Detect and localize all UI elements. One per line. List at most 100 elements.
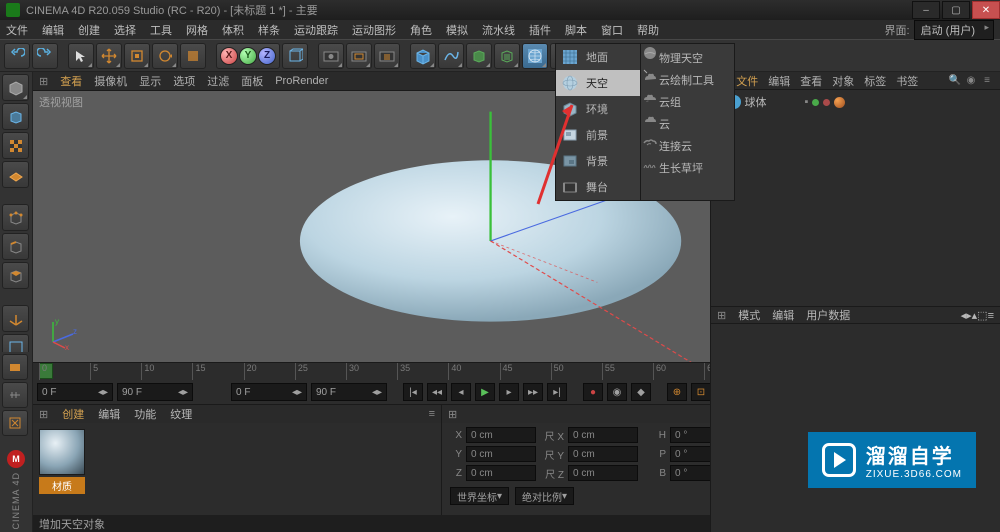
vp-tab-camera[interactable]: 摄像机 <box>94 73 127 89</box>
mat-tab-create[interactable]: 创建 <box>62 406 84 422</box>
layout-select[interactable]: 启动 (用户) <box>914 20 994 40</box>
menu-help[interactable]: 帮助 <box>637 22 659 38</box>
menu-create[interactable]: 创建 <box>78 22 100 38</box>
undo-button[interactable] <box>4 43 30 69</box>
menu-pipeline[interactable]: 流水线 <box>482 22 515 38</box>
live-select-tool[interactable] <box>68 43 94 69</box>
search-icon[interactable]: 🔍 <box>948 74 962 88</box>
minimize-button[interactable]: – <box>912 1 940 19</box>
next-frame-button[interactable]: ▸ <box>499 383 519 401</box>
panel-menu-icon[interactable]: ≡ <box>988 310 994 322</box>
pos-x-field[interactable]: 0 cm <box>466 427 536 443</box>
go-end-button[interactable]: ▸| <box>547 383 567 401</box>
lock-icon[interactable]: ⬚ <box>977 310 987 322</box>
model-mode-button[interactable] <box>2 103 29 130</box>
record-button[interactable]: ● <box>583 383 603 401</box>
size-x-field[interactable]: 0 cm <box>568 427 638 443</box>
vp-tab-filter[interactable]: 过滤 <box>207 73 229 89</box>
env2-item-1[interactable]: 云绘制工具 <box>641 66 734 88</box>
edge-mode-button[interactable] <box>2 233 29 260</box>
range-start-field[interactable]: 0 F◂▸ <box>37 383 113 401</box>
size-z-field[interactable]: 0 cm <box>568 465 638 481</box>
menu-mesh[interactable]: 网格 <box>186 22 208 38</box>
timeline-opt2-button[interactable] <box>2 382 28 408</box>
timeline-opt3-button[interactable] <box>2 410 28 436</box>
mat-tab-edit[interactable]: 编辑 <box>98 406 120 422</box>
menu-character[interactable]: 角色 <box>410 22 432 38</box>
add-deformer-button[interactable] <box>494 43 520 69</box>
key-pos-button[interactable]: ⊕ <box>667 383 687 401</box>
enable-axis-button[interactable] <box>2 305 29 332</box>
coord-mode-select[interactable]: 世界坐标 ▾ <box>450 487 509 505</box>
visibility-editor-dot[interactable] <box>812 99 819 106</box>
axis-lock-xyz[interactable]: XYZ <box>216 43 280 69</box>
timeline-opt1-button[interactable] <box>2 354 28 380</box>
object-name[interactable]: 球体 <box>745 94 767 110</box>
obj-tab-view[interactable]: 查看 <box>800 73 822 89</box>
texture-mode-button[interactable] <box>2 132 29 159</box>
visibility-render-dot[interactable] <box>823 99 830 106</box>
prev-frame-button[interactable]: ◂ <box>451 383 471 401</box>
go-start-button[interactable]: |◂ <box>403 383 423 401</box>
add-generator-button[interactable] <box>466 43 492 69</box>
render-settings-button[interactable] <box>374 43 400 69</box>
workplane-button[interactable] <box>2 161 29 188</box>
material-thumbnail[interactable] <box>39 429 85 475</box>
make-editable-button[interactable] <box>2 74 29 101</box>
mat-tab-tex[interactable]: 纹理 <box>170 406 192 422</box>
panel-menu-icon[interactable]: ≡ <box>429 408 435 420</box>
menu-edit[interactable]: 编辑 <box>42 22 64 38</box>
coord-system-button[interactable] <box>282 43 308 69</box>
prev-key-button[interactable]: ◂◂ <box>427 383 447 401</box>
render-view-button[interactable] <box>318 43 344 69</box>
obj-tab-bookmark[interactable]: 书签 <box>896 73 918 89</box>
current-frame-field[interactable]: 0 F◂▸ <box>231 383 307 401</box>
menu-select[interactable]: 选择 <box>114 22 136 38</box>
vp-tab-options[interactable]: 选项 <box>173 73 195 89</box>
next-key-button[interactable]: ▸▸ <box>523 383 543 401</box>
point-mode-button[interactable] <box>2 204 29 231</box>
pos-z-field[interactable]: 0 cm <box>466 465 536 481</box>
menu-volume[interactable]: 体积 <box>222 22 244 38</box>
autokey-button[interactable]: ◉ <box>607 383 627 401</box>
render-region-button[interactable] <box>346 43 372 69</box>
menu-script[interactable]: 脚本 <box>565 22 587 38</box>
menu-file[interactable]: 文件 <box>6 22 28 38</box>
play-button[interactable]: ▶ <box>475 383 495 401</box>
add-cube-button[interactable] <box>410 43 436 69</box>
menu-mograph[interactable]: 运动图形 <box>352 22 396 38</box>
move-tool[interactable] <box>96 43 122 69</box>
menu-motiontrack[interactable]: 运动跟踪 <box>294 22 338 38</box>
obj-tab-tag[interactable]: 标签 <box>864 73 886 89</box>
menu-window[interactable]: 窗口 <box>601 22 623 38</box>
rotate-tool[interactable] <box>152 43 178 69</box>
polygon-mode-button[interactable] <box>2 262 29 289</box>
vp-tab-panel[interactable]: 面板 <box>241 73 263 89</box>
max-frame-field[interactable]: 90 F◂▸ <box>311 383 387 401</box>
menu-simulate[interactable]: 模拟 <box>446 22 468 38</box>
scale-mode-select[interactable]: 绝对比例 ▾ <box>515 487 574 505</box>
object-manager[interactable]: ▾ 球体 ▪ <box>711 90 1000 306</box>
env2-item-3[interactable]: 云 <box>641 110 734 132</box>
env2-item-0[interactable]: 物理天空 <box>641 44 734 66</box>
menu-tools[interactable]: 工具 <box>150 22 172 38</box>
mat-tab-func[interactable]: 功能 <box>134 406 156 422</box>
redo-button[interactable] <box>32 43 58 69</box>
env2-item-4[interactable]: 连接云 <box>641 132 734 154</box>
vp-tab-view[interactable]: 查看 <box>60 73 82 89</box>
phong-tag-icon[interactable] <box>834 97 845 108</box>
obj-tab-edit[interactable]: 编辑 <box>768 73 790 89</box>
range-end-field[interactable]: 90 F◂▸ <box>117 383 193 401</box>
attr-tab-userdata[interactable]: 用户数据 <box>806 307 850 323</box>
env2-item-2[interactable]: 云组 <box>641 88 734 110</box>
object-row-sphere[interactable]: ▾ 球体 ▪ <box>717 94 994 110</box>
attr-tab-mode[interactable]: 模式 <box>738 307 760 323</box>
scale-tool[interactable] <box>124 43 150 69</box>
vp-tab-display[interactable]: 显示 <box>139 73 161 89</box>
obj-tab-file[interactable]: 文件 <box>736 73 758 89</box>
eye-icon[interactable]: ◉ <box>964 74 978 88</box>
env2-item-5[interactable]: 生长草坪 <box>641 154 734 176</box>
last-tool[interactable] <box>180 43 206 69</box>
pos-y-field[interactable]: 0 cm <box>466 446 536 462</box>
menu-spline[interactable]: 样条 <box>258 22 280 38</box>
